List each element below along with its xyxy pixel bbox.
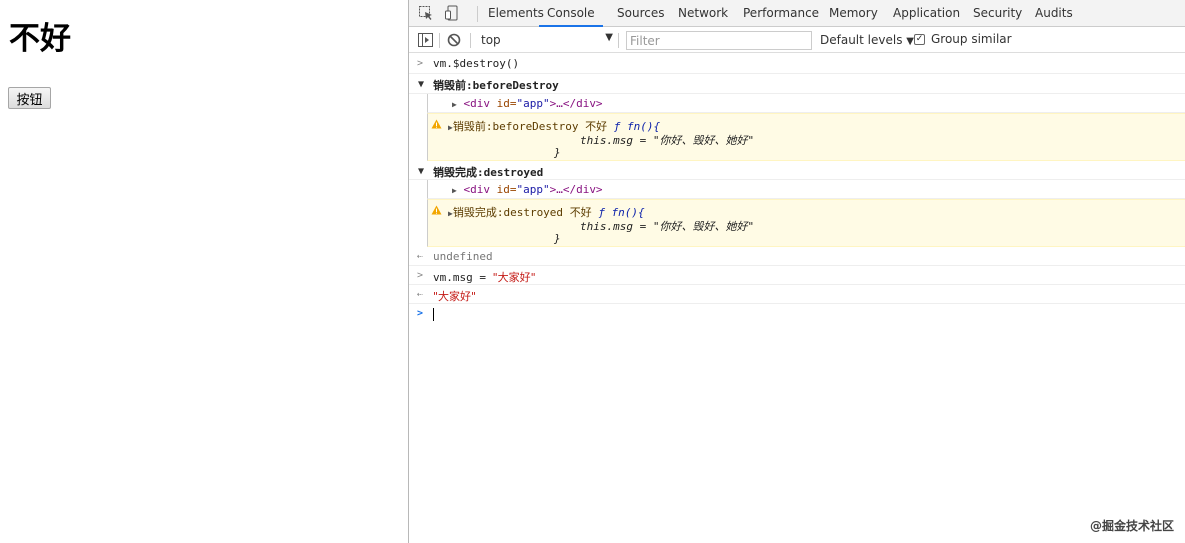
tag-close: >…</div>	[549, 183, 603, 196]
tag-attr: id=	[489, 183, 517, 196]
element-node[interactable]: ▶ <div id="app">…</div>	[452, 183, 603, 196]
tag-open: <div	[463, 183, 490, 196]
group-title-rest: :destroyed	[477, 166, 544, 179]
prompt-chevron-icon: >	[417, 270, 424, 281]
group-title: 销毁完成:destroyed	[433, 164, 543, 180]
console-warning-row: ▶销毁前:beforeDestroy 不好 ƒ fn(){ this.msg =…	[427, 113, 1185, 161]
tab-performance[interactable]: Performance	[743, 0, 819, 27]
expand-triangle-icon[interactable]: ▼	[418, 79, 424, 90]
console-result-row: ⇠ "大家好"	[409, 285, 1185, 304]
group-title-rest: :beforeDestroy	[466, 79, 559, 92]
tab-application[interactable]: Application	[893, 0, 960, 27]
toolbar-divider	[477, 6, 478, 22]
inspect-element-icon[interactable]	[417, 4, 435, 22]
page-viewport: 不好 按钮	[0, 0, 408, 543]
group-similar-toggle[interactable]: ✓ Group similar	[914, 32, 1012, 46]
tag-open: <div	[463, 97, 490, 110]
function-body-cn: 你好、毁好、她好	[659, 220, 748, 233]
sidebar-toggle-icon[interactable]	[417, 32, 433, 48]
tab-console[interactable]: Console	[539, 0, 603, 27]
function-body: this.msg = "你好、毁好、她好"	[580, 132, 754, 148]
toolbar-divider	[470, 33, 471, 48]
group-similar-label: Group similar	[931, 32, 1012, 46]
function-close: }	[554, 146, 561, 159]
tab-memory[interactable]: Memory	[829, 0, 878, 27]
console-log-row: ▶ <div id="app">…</div>	[427, 94, 1185, 113]
console-result: "大家好"	[433, 290, 477, 303]
function-body-post: "	[747, 134, 755, 147]
function-close: }	[554, 232, 561, 245]
checkbox-checked-icon[interactable]: ✓	[914, 33, 925, 45]
log-levels-dropdown[interactable]: Default levels ▼	[820, 33, 914, 47]
warning-text: :beforeDestroy	[485, 120, 586, 133]
tag-attr-value: "app"	[516, 183, 550, 196]
console-warning-row: ▶销毁完成:destroyed 不好 ƒ fn(){ this.msg = "你…	[427, 199, 1185, 247]
console-log-row: ▶ <div id="app">…</div>	[427, 180, 1185, 199]
console-result-row: ⇠ undefined	[409, 247, 1185, 266]
warning-icon	[431, 205, 442, 215]
console-command: vm.msg = "大家好"	[433, 269, 536, 285]
expand-triangle-icon[interactable]: ▶	[452, 100, 457, 109]
page-button[interactable]: 按钮	[8, 87, 51, 109]
context-select[interactable]: top ▼	[479, 32, 613, 49]
watermark: @掘金技术社区	[1089, 519, 1174, 533]
console-command: vm.$destroy()	[433, 57, 520, 70]
tab-security[interactable]: Security	[973, 0, 1022, 27]
device-toolbar-icon[interactable]	[443, 4, 461, 22]
chevron-down-icon: ▼	[605, 32, 613, 43]
warning-icon	[431, 119, 442, 129]
toolbar-divider	[439, 33, 440, 48]
group-title-cn: 销毁完成	[433, 166, 477, 179]
function-body-pre: this.msg = "	[580, 134, 660, 147]
function-body: this.msg = "你好、毁好、她好"	[580, 218, 754, 234]
devtools-panel: Elements Console Sources Network Perform…	[408, 0, 1185, 543]
tab-elements[interactable]: Elements	[488, 0, 544, 27]
text-caret	[433, 308, 434, 321]
context-value: top	[481, 33, 501, 47]
page-heading: 不好	[9, 21, 71, 57]
group-title-cn: 销毁前	[433, 79, 466, 92]
console-group-header[interactable]: ▼ 销毁前:beforeDestroy	[409, 74, 1185, 94]
console-toolbar: top ▼ Default levels ▼ ✓ Group similar	[409, 28, 1185, 53]
toolbar-divider	[618, 33, 619, 48]
warning-prefix: 销毁前	[452, 120, 486, 133]
warning-prefix: 销毁完成	[452, 206, 497, 219]
tag-attr: id=	[489, 97, 517, 110]
warning-text: :destroyed	[496, 206, 570, 219]
prompt-chevron-icon: >	[417, 308, 424, 319]
chevron-down-icon: ▼	[906, 36, 914, 47]
log-levels-label: Default levels	[820, 33, 903, 47]
element-node[interactable]: ▶ <div id="app">…</div>	[452, 97, 603, 110]
result-arrow-icon: ⇠	[417, 289, 424, 300]
console-prompt[interactable]: >	[409, 304, 1185, 325]
function-body-pre: this.msg = "	[580, 220, 660, 233]
console-group-header[interactable]: ▼ 销毁完成:destroyed	[409, 161, 1185, 180]
clear-console-icon[interactable]	[446, 32, 462, 48]
result-arrow-icon: ⇠	[417, 251, 424, 262]
tab-sources[interactable]: Sources	[617, 0, 664, 27]
command-string: "大家好"	[492, 271, 536, 284]
tab-audits[interactable]: Audits	[1035, 0, 1073, 27]
console-output: > vm.$destroy() ▼ 销毁前:beforeDestroy ▶ <d…	[409, 54, 1185, 325]
console-input-row: > vm.msg = "大家好"	[409, 266, 1185, 285]
function-body-cn: 你好、毁好、她好	[659, 134, 748, 147]
tag-attr-value: "app"	[516, 97, 550, 110]
prompt-chevron-icon: >	[417, 58, 424, 69]
tab-network[interactable]: Network	[678, 0, 728, 27]
console-result: undefined	[433, 250, 493, 263]
function-body-post: "	[747, 220, 755, 233]
command-code: vm.msg =	[433, 271, 493, 284]
expand-triangle-icon[interactable]: ▶	[452, 186, 457, 195]
filter-input[interactable]	[626, 31, 812, 50]
console-input-row: > vm.$destroy()	[409, 54, 1185, 74]
group-title: 销毁前:beforeDestroy	[433, 77, 559, 93]
expand-triangle-icon[interactable]: ▼	[418, 166, 424, 177]
tag-close: >…</div>	[549, 97, 603, 110]
devtools-tabbar: Elements Console Sources Network Perform…	[409, 0, 1185, 27]
